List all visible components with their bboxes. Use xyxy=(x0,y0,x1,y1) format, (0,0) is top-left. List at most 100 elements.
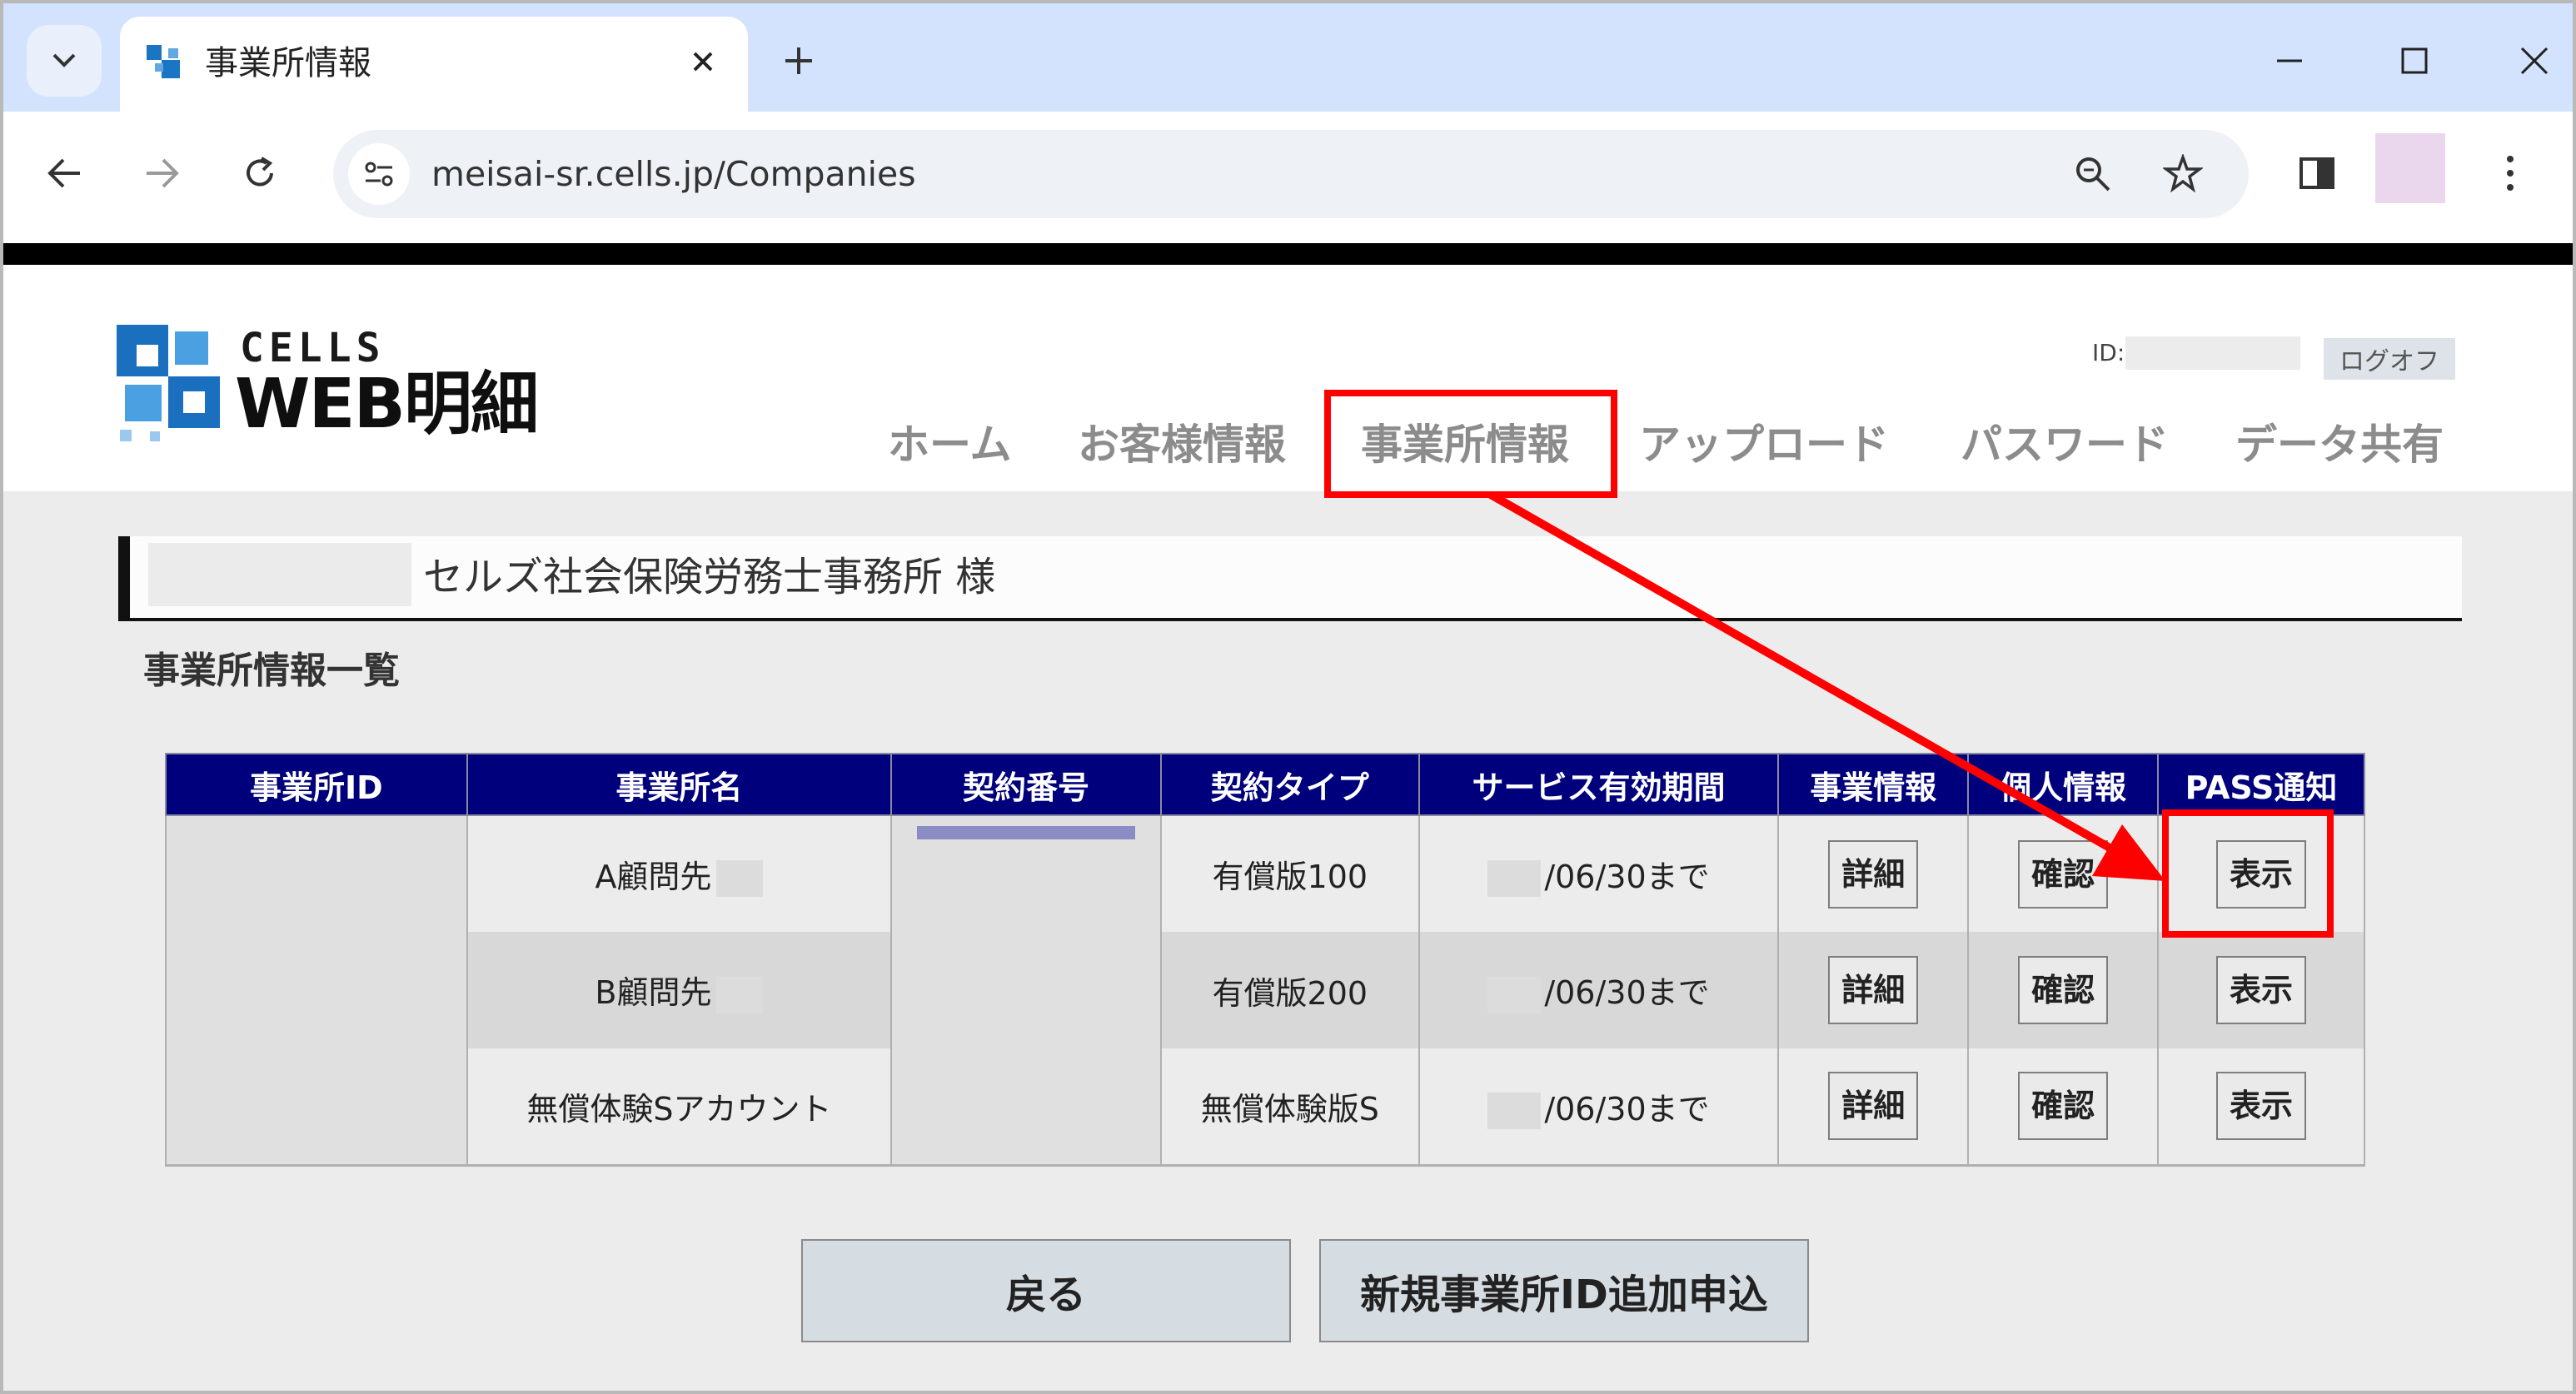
profile-avatar[interactable] xyxy=(2375,133,2445,203)
contract-type: 有償版100 xyxy=(1159,815,1420,932)
office-table: 事業所ID 事業所名 契約番号 契約タイプ サービス有効期間 事業情報 個人情報… xyxy=(165,753,2365,1167)
table-row: A顧問先 有償版100 /06/30まで 詳細 確認 表示 xyxy=(165,815,2365,932)
back-page-button[interactable]: 戻る xyxy=(801,1239,1291,1342)
forward-button[interactable] xyxy=(130,142,193,205)
side-panel-icon xyxy=(2299,157,2334,189)
nav-data-share[interactable]: データ共有 xyxy=(2235,411,2444,478)
new-tab-button[interactable] xyxy=(770,32,828,90)
cells-web-meisai-logo[interactable]: CELLS WEB明細 xyxy=(117,325,550,450)
tab-search-button[interactable] xyxy=(27,25,102,97)
zoom-icon xyxy=(2076,157,2110,192)
kebab-menu-icon xyxy=(2507,156,2514,191)
logo-mark-icon xyxy=(117,325,220,441)
detail-button[interactable]: 詳細 xyxy=(1828,1072,1919,1141)
nav-customer-info[interactable]: お客様情報 xyxy=(1078,411,1286,478)
back-button[interactable] xyxy=(33,142,97,205)
nav-home[interactable]: ホーム xyxy=(888,411,1012,478)
contract-no-bar xyxy=(917,826,1136,839)
customer-name: セルズ社会保険労務士事務所 様 xyxy=(423,554,996,600)
back-arrow-icon xyxy=(47,158,80,188)
side-panel-button[interactable] xyxy=(2285,142,2349,205)
service-period: /06/30まで xyxy=(1544,858,1710,895)
site-info-icon xyxy=(365,162,393,187)
col-office-name: 事業所名 xyxy=(466,753,893,816)
name-suffix-masked xyxy=(716,976,764,1013)
col-contract-no: 契約番号 xyxy=(890,753,1162,816)
office-name: 無償体験Sアカウント xyxy=(466,1048,893,1167)
customer-code-masked xyxy=(148,543,411,606)
bookmark-button[interactable] xyxy=(2152,143,2214,205)
user-id-label: ID: xyxy=(2092,339,2125,366)
office-name-cell: B顧問先 xyxy=(466,932,893,1048)
tab-search-icon xyxy=(52,53,76,67)
office-id-masked xyxy=(165,1048,468,1167)
detail-button[interactable]: 詳細 xyxy=(1828,956,1919,1024)
table-row: 無償体験Sアカウント 無償体験版S /06/30まで 詳細 確認 表示 xyxy=(165,1048,2365,1167)
browser-menu-button[interactable] xyxy=(2485,142,2535,205)
window-close-icon xyxy=(2520,47,2549,75)
browser-toolbar: meisai-sr.cells.jp/Companies xyxy=(3,112,2573,235)
show-cell: 表示 xyxy=(2157,1048,2365,1167)
add-office-id-button[interactable]: 新規事業所ID追加申込 xyxy=(1319,1239,1809,1342)
name-suffix-masked xyxy=(716,860,764,898)
office-name-cell: A顧問先 xyxy=(466,815,893,932)
address-bar[interactable]: meisai-sr.cells.jp/Companies xyxy=(333,130,2249,218)
service-period-cell: /06/30まで xyxy=(1418,932,1780,1048)
office-id-masked xyxy=(165,932,468,1048)
service-period: /06/30まで xyxy=(1544,974,1710,1012)
tab-title: 事業所情報 xyxy=(205,44,371,82)
nav-password[interactable]: パスワード xyxy=(1961,411,2169,478)
minimize-icon xyxy=(2277,59,2302,62)
tab-close-button[interactable] xyxy=(680,38,726,85)
forward-arrow-icon xyxy=(147,158,179,188)
minimize-button[interactable] xyxy=(2260,32,2319,90)
col-contract-type: 契約タイプ xyxy=(1159,753,1420,816)
confirm-cell: 確認 xyxy=(1967,815,2160,932)
confirm-cell: 確認 xyxy=(1967,932,2160,1048)
user-id-value-masked xyxy=(2125,336,2300,370)
zoom-button[interactable] xyxy=(2062,143,2124,205)
url-text[interactable]: meisai-sr.cells.jp/Companies xyxy=(431,152,916,197)
site-info-button[interactable] xyxy=(348,143,410,205)
logoff-button[interactable]: ログオフ xyxy=(2324,338,2455,380)
window-close-button[interactable] xyxy=(2505,32,2564,90)
logo-web-text: WEB明細 xyxy=(235,365,539,444)
plus-icon xyxy=(785,47,812,74)
contract-type: 無償体験版S xyxy=(1159,1048,1420,1167)
year-masked xyxy=(1487,1093,1542,1129)
detail-cell: 詳細 xyxy=(1777,932,1970,1048)
maximize-button[interactable] xyxy=(2385,32,2444,90)
active-tab[interactable]: 事業所情報 xyxy=(120,17,748,115)
contract-no-masked xyxy=(890,932,1162,1048)
detail-cell: 詳細 xyxy=(1777,1048,1970,1167)
table-row: B顧問先 有償版200 /06/30まで 詳細 確認 表示 xyxy=(165,932,2365,1048)
office-list-title: 事業所情報一覧 xyxy=(143,650,400,692)
col-office-id: 事業所ID xyxy=(165,753,468,816)
maximize-icon xyxy=(2401,47,2428,74)
detail-cell: 詳細 xyxy=(1777,815,1970,932)
star-icon xyxy=(2163,154,2203,193)
show-cell: 表示 xyxy=(2157,932,2365,1048)
office-name: A顧問先 xyxy=(595,858,712,895)
tab-strip: 事業所情報 xyxy=(3,3,2573,115)
site-header: CELLS WEB明細 ID: ログオフ ホーム お客様情報 事業所情報 アップ… xyxy=(3,265,2573,491)
confirm-button[interactable]: 確認 xyxy=(2018,1072,2109,1141)
highlight-pass-show-button xyxy=(2162,809,2334,938)
service-period-cell: /06/30まで xyxy=(1418,1048,1780,1167)
favicon-icon xyxy=(147,45,180,78)
show-button[interactable]: 表示 xyxy=(2216,1072,2307,1141)
year-masked xyxy=(1487,976,1542,1013)
confirm-button[interactable]: 確認 xyxy=(2018,839,2109,909)
col-pass-notice: PASS通知 xyxy=(2157,753,2365,816)
page-top-bar xyxy=(3,243,2573,265)
show-button[interactable]: 表示 xyxy=(2216,956,2307,1024)
table-header-row: 事業所ID 事業所名 契約番号 契約タイプ サービス有効期間 事業情報 個人情報… xyxy=(165,753,2365,816)
reload-button[interactable] xyxy=(228,142,291,205)
nav-upload[interactable]: アップロード xyxy=(1639,411,1889,478)
detail-button[interactable]: 詳細 xyxy=(1828,839,1919,909)
close-icon xyxy=(693,52,713,72)
confirm-button[interactable]: 確認 xyxy=(2018,956,2109,1024)
highlight-nav-office-info xyxy=(1324,390,1617,498)
contract-no-masked xyxy=(890,815,1162,932)
confirm-cell: 確認 xyxy=(1967,1048,2160,1167)
